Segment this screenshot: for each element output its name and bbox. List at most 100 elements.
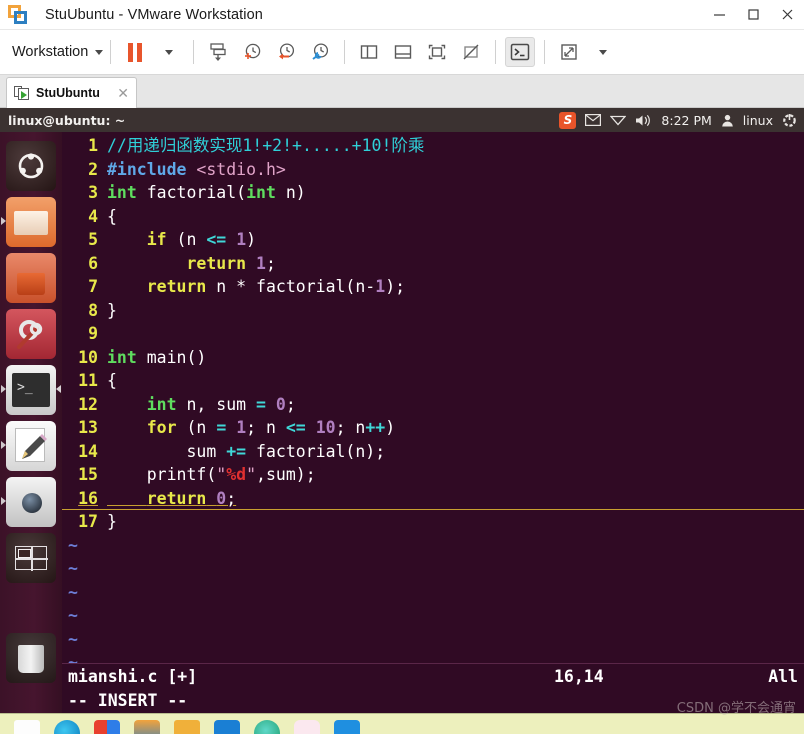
vm-tab-stuubuntu[interactable]: StuUbuntu ✕ xyxy=(6,77,137,108)
taskbar-item-vmware[interactable] xyxy=(134,720,160,734)
code-line[interactable]: 17} xyxy=(62,510,804,534)
launcher-item-software-center[interactable] xyxy=(6,253,56,303)
take-snapshot-button[interactable] xyxy=(237,37,267,67)
clock-indicator[interactable]: 8:22 PM xyxy=(661,113,711,128)
taskbar-item-vscode[interactable] xyxy=(214,720,240,734)
console-view-button[interactable] xyxy=(505,37,536,67)
line-content: } xyxy=(98,299,117,323)
code-area[interactable]: 1//用递归函数实现1!+2!+.....+10!阶乘 2 #include <st… xyxy=(62,134,804,534)
power-gear-icon[interactable] xyxy=(782,113,797,128)
snapshot-manager-button[interactable] xyxy=(305,37,335,67)
launcher-item-trash[interactable] xyxy=(6,633,56,683)
code-line[interactable]: 1 //用递归函数实现1!+2!+.....+10!阶乘 xyxy=(62,134,804,158)
code-token: ; n xyxy=(335,418,366,437)
code-token: int xyxy=(146,394,177,414)
code-token: factorial( xyxy=(136,183,247,202)
unity-mode-button[interactable] xyxy=(456,37,486,67)
taskbar-item-disc[interactable] xyxy=(294,720,320,734)
session-user-label[interactable]: linux xyxy=(743,113,773,128)
line-content: { xyxy=(98,369,117,393)
close-button[interactable] xyxy=(770,0,804,30)
code-token: //用递归函数实现1!+2!+.....+10!阶乘 xyxy=(107,136,425,155)
launcher-item-terminal[interactable]: >_ xyxy=(1,365,61,415)
volume-icon[interactable] xyxy=(635,114,652,127)
vim-mode-indicator: -- INSERT -- xyxy=(68,691,188,710)
taskbar-item-search[interactable] xyxy=(14,720,40,734)
minimize-button[interactable] xyxy=(702,0,736,30)
revert-snapshot-button[interactable] xyxy=(271,37,301,67)
launcher-item-files[interactable] xyxy=(1,197,56,247)
code-token: ; n xyxy=(246,418,286,437)
fullscreen-button[interactable] xyxy=(422,37,452,67)
code-line[interactable]: 12 int n, sum = 0; xyxy=(62,393,804,417)
code-line[interactable]: 4{ xyxy=(62,205,804,229)
code-line[interactable]: 9 xyxy=(62,322,804,346)
pause-dropdown[interactable] xyxy=(154,37,184,67)
pause-icon xyxy=(128,42,143,62)
launcher-item-workspace-switcher[interactable] xyxy=(6,533,56,583)
taskbar-item-store[interactable] xyxy=(334,720,360,734)
code-token: n * factorial(n- xyxy=(206,277,376,296)
taskbar-item-browser[interactable] xyxy=(254,720,280,734)
windows-taskbar[interactable] xyxy=(0,713,804,734)
line-content: int main() xyxy=(98,346,206,370)
code-token: n) xyxy=(275,183,306,202)
code-line[interactable]: 10 int main() xyxy=(62,346,804,370)
expand-diagonal-icon xyxy=(561,44,577,60)
launcher-item-system-settings[interactable] xyxy=(6,309,56,359)
fit-guest-icon xyxy=(429,44,446,60)
code-token: (n xyxy=(166,230,207,249)
code-line[interactable]: 13 for (n = 1; n <= 10; n++) xyxy=(62,416,804,440)
code-token: ,sum); xyxy=(256,465,316,484)
code-line[interactable]: 16 return 0; xyxy=(62,487,804,511)
line-number: 2 xyxy=(88,159,98,179)
ubuntu-dash-icon xyxy=(18,153,44,179)
code-line[interactable]: 3 int factorial(int n) xyxy=(62,181,804,205)
line-content: int factorial(int n) xyxy=(98,181,306,205)
line-number: 6 xyxy=(88,253,98,273)
trash-bin-icon xyxy=(18,645,44,673)
toolbar-divider xyxy=(193,40,195,64)
code-line[interactable]: 8} xyxy=(62,299,804,323)
code-line[interactable]: 7 return n * factorial(n-1); xyxy=(62,275,804,299)
clock-plus-icon xyxy=(245,43,261,59)
code-line[interactable]: 11 { xyxy=(62,369,804,393)
close-icon[interactable]: ✕ xyxy=(117,86,129,100)
manage-snapshots-button[interactable] xyxy=(203,37,233,67)
taskbar-item-edge[interactable] xyxy=(54,720,80,734)
wifi-icon[interactable] xyxy=(610,114,627,126)
stretch-guest-button[interactable] xyxy=(554,37,584,67)
code-token: ; xyxy=(285,394,296,414)
show-thumbnail-bar-button[interactable] xyxy=(388,37,418,67)
sogou-ime-icon[interactable]: S xyxy=(559,111,577,129)
code-line[interactable]: 5 if (n <= 1) xyxy=(62,228,804,252)
snapshot-save-icon xyxy=(210,43,226,61)
show-sidebar-button[interactable] xyxy=(354,37,384,67)
vim-editor[interactable]: 1//用递归函数实现1!+2!+.....+10!阶乘 2 #include <st… xyxy=(62,132,804,713)
pause-button[interactable] xyxy=(120,37,150,67)
line-number: 8 xyxy=(88,300,98,320)
guest-os-screen[interactable]: linux@ubuntu: ~ S 8:22 PM linux >_ 1 //用… xyxy=(0,108,804,713)
code-token: } xyxy=(107,300,117,320)
launcher-item-dash[interactable] xyxy=(6,141,56,191)
launcher-item-text-editor[interactable] xyxy=(1,421,56,471)
taskbar-item-wps[interactable] xyxy=(94,720,120,734)
workstation-menu-button[interactable]: Workstation xyxy=(12,44,104,60)
code-line[interactable]: 6 return 1; xyxy=(62,252,804,276)
panel-bottom-icon xyxy=(395,45,412,59)
stretch-dropdown[interactable] xyxy=(588,37,618,67)
line-number: 11 xyxy=(78,371,98,390)
taskbar-item-explorer[interactable] xyxy=(174,720,200,734)
code-line[interactable]: 14 sum += factorial(n); xyxy=(62,440,804,464)
envelope-icon[interactable] xyxy=(585,114,602,126)
code-line[interactable]: 2 #include <stdio.h> xyxy=(62,158,804,182)
maximize-button[interactable] xyxy=(736,0,770,30)
code-token: n, sum xyxy=(176,394,257,414)
launcher-item-screenshot[interactable] xyxy=(1,477,56,527)
vm-play-icon xyxy=(14,85,30,101)
code-line[interactable]: 15 printf("%d",sum); xyxy=(62,463,804,487)
